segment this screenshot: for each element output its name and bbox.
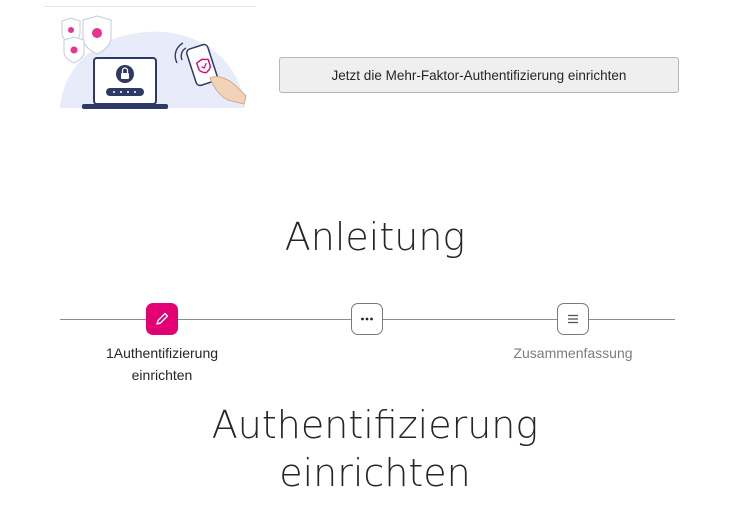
step-1-label-line2: einrichten: [131, 367, 193, 383]
section-title: Anleitung: [284, 215, 466, 259]
step-1-label: 1Authentifizierung einrichten: [77, 342, 247, 386]
heading-line2: einrichten: [279, 451, 471, 495]
top-divider: [44, 6, 256, 7]
shield-icon: [63, 36, 85, 64]
ellipsis-icon: [361, 317, 373, 321]
step-1-button[interactable]: [146, 303, 178, 335]
laptop-icon: [82, 57, 168, 109]
step-2-button[interactable]: [351, 303, 383, 335]
mfa-illustration: [60, 15, 247, 109]
step-3-label: Zusammenfassung: [513, 345, 633, 361]
heading-line1: Authentifizierung: [211, 403, 539, 447]
list-icon: [568, 314, 578, 324]
pencil-icon: [156, 312, 169, 325]
step-1-number: 1: [105, 345, 114, 361]
step-1-label-line1: Authentifizierung: [113, 345, 219, 361]
progress-stepper: 1Authentifizierung einrichten Zusammenfa…: [0, 300, 750, 390]
current-step-heading: Authentifizierung einrichten: [0, 401, 750, 497]
setup-mfa-button[interactable]: Jetzt die Mehr-Faktor-Authentifizierung …: [279, 57, 679, 93]
step-3-button[interactable]: [557, 303, 589, 335]
